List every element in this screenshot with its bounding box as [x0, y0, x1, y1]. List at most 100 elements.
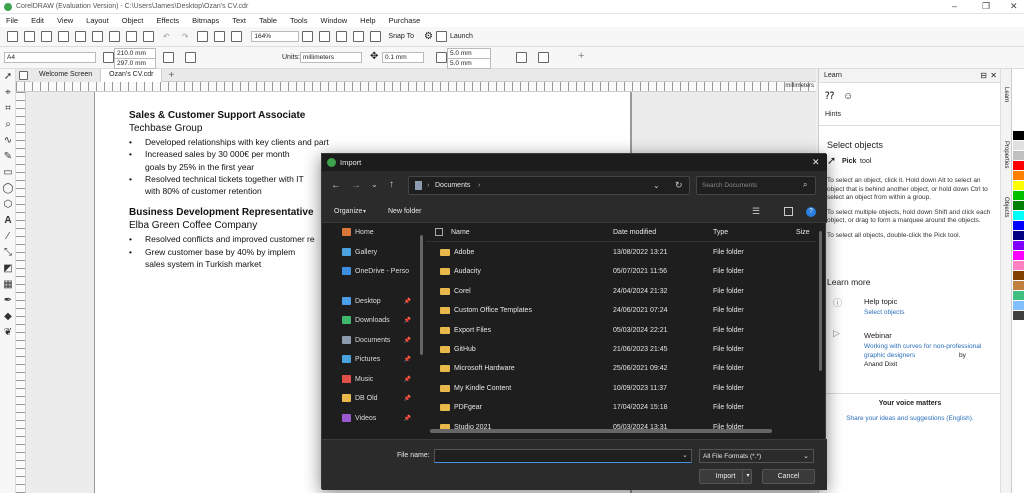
color-swatch[interactable]: [1013, 221, 1024, 231]
file-row[interactable]: PDFgear 17/04/2024 15:18 File folder: [426, 398, 816, 417]
help-topic-link[interactable]: Select objects: [864, 309, 904, 316]
color-swatch[interactable]: [1013, 211, 1024, 221]
polygon-tool-icon[interactable]: ⬡: [0, 197, 16, 213]
voice-link[interactable]: Share your ideas and suggestions (Englis…: [819, 415, 1001, 422]
restore-icon[interactable]: ❐: [982, 1, 990, 12]
show-guidelines-icon[interactable]: [370, 31, 382, 42]
back-icon[interactable]: ←: [331, 180, 341, 191]
nav-item[interactable]: Music 📌: [322, 370, 417, 390]
close-icon[interactable]: ✕: [1010, 1, 1018, 12]
page-size-select[interactable]: A4: [4, 52, 96, 63]
treat-as-filled-icon[interactable]: [516, 52, 527, 63]
color-swatch[interactable]: [1013, 171, 1024, 181]
file-row[interactable]: GitHub 21/06/2023 21:45 File folder: [426, 340, 816, 359]
snap-to-button[interactable]: Snap To: [388, 33, 414, 40]
portrait-icon[interactable]: [103, 52, 114, 63]
new-tab-icon[interactable]: +: [168, 70, 174, 81]
quick-customize-icon[interactable]: [538, 52, 549, 63]
crop-tool-icon[interactable]: ⌗: [0, 101, 16, 117]
hints-icon[interactable]: ⁇: [825, 91, 834, 102]
landscape-icon[interactable]: [163, 52, 174, 63]
freehand-tool-icon[interactable]: ∿: [0, 133, 16, 149]
nav-item[interactable]: Pictures 📌: [322, 350, 417, 370]
menu-tools[interactable]: Tools: [290, 16, 308, 25]
tab-ozans-cv[interactable]: Ozan's CV.cdr: [101, 68, 163, 82]
nav-item[interactable]: Documents 📌: [322, 331, 417, 351]
pin-icon[interactable]: 📌: [404, 415, 411, 422]
vertical-ruler[interactable]: [16, 92, 26, 493]
nudge-distance-input[interactable]: 0.1 mm: [382, 52, 424, 63]
tab-welcome-screen[interactable]: Welcome Screen: [31, 68, 102, 82]
color-swatch[interactable]: [1013, 181, 1024, 191]
file-scrollbar[interactable]: [816, 223, 825, 439]
file-row[interactable]: Audacity 05/07/2021 11:56 File folder: [426, 262, 816, 281]
menu-file[interactable]: File: [6, 16, 18, 25]
color-swatch[interactable]: [1013, 301, 1024, 311]
minimize-icon[interactable]: –: [952, 1, 957, 11]
nav-item[interactable]: Gallery: [322, 243, 417, 263]
menu-help[interactable]: Help: [360, 16, 375, 25]
file-name-input[interactable]: [434, 449, 692, 463]
preview-pane-icon[interactable]: [784, 207, 793, 216]
nav-scrollbar[interactable]: [417, 223, 426, 439]
forward-icon[interactable]: →: [351, 180, 361, 191]
column-date-modified[interactable]: Date modified: [613, 229, 656, 236]
connector-tool-icon[interactable]: ⤡: [0, 245, 16, 261]
cut-icon[interactable]: [109, 31, 120, 42]
home-tab-icon[interactable]: [19, 70, 28, 80]
pin-icon[interactable]: 📌: [404, 395, 411, 402]
export-icon[interactable]: [214, 31, 226, 42]
organize-button[interactable]: Organize: [334, 208, 362, 215]
pin-icon[interactable]: ⊟: [980, 71, 987, 80]
refresh-icon[interactable]: ↻: [675, 180, 683, 191]
cloud-upload-icon[interactable]: [58, 31, 69, 42]
nav-item[interactable]: Videos 📌: [322, 409, 417, 429]
menu-edit[interactable]: Edit: [31, 16, 44, 25]
menu-layout[interactable]: Layout: [86, 16, 109, 25]
file-name-dropdown-icon[interactable]: ⌄: [682, 451, 688, 459]
import-dropdown-icon[interactable]: ▾: [742, 470, 753, 483]
file-row[interactable]: Studio 2021 05/03/2024 13:31 File folder: [426, 418, 816, 437]
drop-shadow-tool-icon[interactable]: ◩: [0, 261, 16, 277]
cloud-download-icon[interactable]: [75, 31, 86, 42]
color-swatch[interactable]: [1013, 281, 1024, 291]
pin-icon[interactable]: 📌: [404, 298, 411, 305]
interactive-fill-icon[interactable]: ◆: [0, 309, 16, 325]
file-row[interactable]: Adobe 13/08/2022 13:21 File folder: [426, 243, 816, 262]
docker-tab-learn[interactable]: Learn: [1003, 87, 1009, 102]
horizontal-ruler[interactable]: millimeters: [16, 82, 816, 92]
shape-tool-icon[interactable]: ⌖: [0, 85, 16, 101]
text-tool-icon[interactable]: A: [0, 213, 16, 229]
file-type-select[interactable]: All File Formats (*.*) ⌄: [699, 449, 814, 463]
full-screen-icon[interactable]: [319, 31, 331, 42]
search-icon[interactable]: ⌕: [803, 180, 807, 190]
zoom-select[interactable]: 164%: [251, 31, 300, 42]
nav-item[interactable]: Desktop 📌: [322, 292, 417, 312]
print-icon[interactable]: [92, 31, 103, 42]
column-type[interactable]: Type: [713, 229, 728, 236]
color-swatch[interactable]: [1013, 201, 1024, 211]
nav-item[interactable]: DB Old 📌: [322, 389, 417, 409]
menu-text[interactable]: Text: [232, 16, 246, 25]
new-folder-button[interactable]: New folder: [388, 208, 421, 215]
color-swatch[interactable]: [1013, 131, 1024, 141]
color-swatch[interactable]: [1013, 121, 1024, 131]
view-options-icon[interactable]: ☰: [752, 206, 760, 217]
menu-purchase[interactable]: Purchase: [389, 16, 421, 25]
file-row[interactable]: Microsoft Hardware 25/06/2021 09:42 File f…: [426, 359, 816, 378]
duplicate-y-input[interactable]: 5.0 mm: [447, 58, 491, 69]
add-icon[interactable]: +: [578, 50, 584, 62]
pin-icon[interactable]: 📌: [404, 356, 411, 363]
pin-icon[interactable]: 📌: [404, 317, 411, 324]
page-height-input[interactable]: 297.0 mm: [114, 58, 156, 69]
color-swatch[interactable]: [1013, 311, 1024, 321]
transparency-tool-icon[interactable]: ▦: [0, 277, 16, 293]
ellipse-tool-icon[interactable]: ◯: [0, 181, 16, 197]
column-size[interactable]: Size: [796, 229, 810, 236]
zoom-tool-icon[interactable]: ⌕: [0, 117, 16, 133]
show-rulers-icon[interactable]: [336, 31, 348, 42]
file-row[interactable]: Corel 24/04/2024 21:32 File folder: [426, 282, 816, 301]
path-segment[interactable]: Documents: [435, 182, 470, 189]
redo-icon[interactable]: ↷: [182, 32, 189, 41]
dimension-tool-icon[interactable]: ⁄: [0, 229, 16, 245]
